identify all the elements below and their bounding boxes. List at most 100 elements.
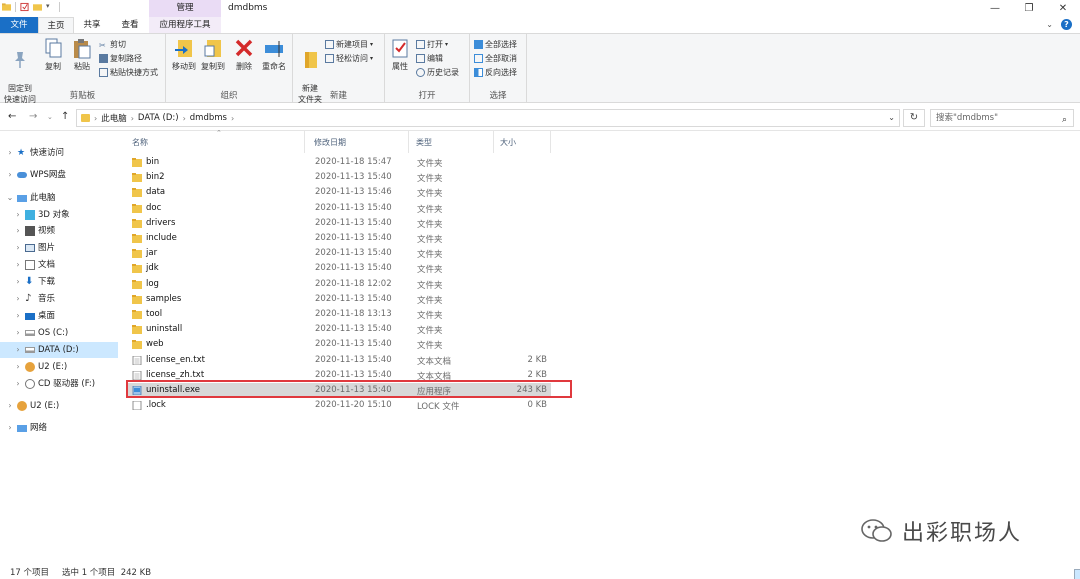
chevron-right-icon[interactable]: › xyxy=(14,207,22,223)
nav-item-os-c[interactable]: › OS (C:) xyxy=(14,325,68,341)
nav-item-documents[interactable]: › 文档 xyxy=(14,257,55,273)
edit-button[interactable]: 编辑 xyxy=(416,53,443,64)
large-icons-view-button[interactable] xyxy=(1074,569,1080,579)
breadcrumb-this-pc[interactable]: 此电脑 xyxy=(101,112,127,124)
nav-item-network[interactable]: › 网络 xyxy=(6,420,47,436)
chevron-right-icon[interactable]: › xyxy=(14,325,22,341)
new-item-button[interactable]: 新建项目 ▾ xyxy=(325,39,373,50)
column-divider[interactable] xyxy=(493,131,494,153)
chevron-down-icon[interactable]: ⌄ xyxy=(47,113,53,121)
nav-item-cd-f[interactable]: › CD 驱动器 (F:) xyxy=(14,376,95,392)
nav-item-downloads[interactable]: › ⬇ 下载 xyxy=(14,274,55,290)
forward-arrow-icon[interactable]: → xyxy=(29,111,37,122)
nav-item-u2-e-root[interactable]: › U2 (E:) xyxy=(6,398,59,414)
tab-app-tools[interactable]: 应用程序工具 xyxy=(149,17,221,33)
column-divider[interactable] xyxy=(408,131,409,153)
minimize-button[interactable]: — xyxy=(978,0,1012,17)
chevron-right-icon[interactable]: › xyxy=(131,114,134,123)
address-bar[interactable]: › 此电脑 › DATA (D:) › dmdbms › ⌄ xyxy=(76,109,900,127)
nav-item-videos[interactable]: › 视频 xyxy=(14,223,55,239)
close-button[interactable]: ✕ xyxy=(1046,0,1080,17)
paste-shortcut-button[interactable]: 粘贴快捷方式 xyxy=(99,67,158,78)
cut-button[interactable]: ✂ 剪切 xyxy=(99,39,126,50)
chevron-right-icon[interactable]: › xyxy=(14,223,22,239)
delete-button[interactable]: 删除 xyxy=(232,37,256,72)
rename-button[interactable]: 重命名 xyxy=(259,37,289,72)
nav-item-desktop[interactable]: › 桌面 xyxy=(14,308,55,324)
invert-selection-button[interactable]: 反向选择 xyxy=(474,67,517,78)
nav-item-wps[interactable]: › WPS网盘 xyxy=(6,167,66,183)
chevron-right-icon[interactable]: › xyxy=(14,342,22,358)
copy-path-button[interactable]: 复制路径 xyxy=(99,53,142,64)
file-row[interactable]: bin2 2020-11-13 15:40 文件夹 xyxy=(126,170,551,185)
copy-to-button[interactable]: 复制到 xyxy=(199,37,227,72)
history-button[interactable]: 历史记录 xyxy=(416,67,459,78)
chevron-right-icon[interactable]: › xyxy=(6,398,14,414)
back-arrow-icon[interactable]: ← xyxy=(8,111,16,122)
properties-icon[interactable] xyxy=(20,2,29,12)
chevron-down-icon[interactable]: ⌄ xyxy=(888,113,895,122)
refresh-button[interactable]: ↻ xyxy=(903,109,925,127)
breadcrumb-data-d[interactable]: DATA (D:) xyxy=(138,113,179,123)
nav-item-this-pc[interactable]: ⌄ 此电脑 xyxy=(6,190,56,206)
column-header-size[interactable]: 大小 xyxy=(500,137,516,148)
file-row[interactable]: license_en.txt 2020-11-13 15:40 文本文档 2 KB xyxy=(126,353,551,368)
chevron-right-icon[interactable]: › xyxy=(14,376,22,392)
file-row[interactable]: jdk 2020-11-13 15:40 文件夹 xyxy=(126,261,551,276)
file-row[interactable]: drivers 2020-11-13 15:40 文件夹 xyxy=(126,216,551,231)
file-row[interactable]: bin 2020-11-18 15:47 文件夹 xyxy=(126,155,551,170)
nav-item-data-d[interactable]: › DATA (D:) xyxy=(0,342,118,358)
file-row[interactable]: .lock 2020-11-20 15:10 LOCK 文件 0 KB xyxy=(126,398,551,413)
nav-item-quick-access[interactable]: › ★ 快速访问 xyxy=(6,145,64,161)
tab-share[interactable]: 共享 xyxy=(74,17,110,33)
file-row[interactable]: uninstall 2020-11-13 15:40 文件夹 xyxy=(126,322,551,337)
file-row[interactable]: web 2020-11-13 15:40 文件夹 xyxy=(126,337,551,352)
help-icon[interactable]: ? xyxy=(1061,19,1072,30)
breadcrumb-dmdbms[interactable]: dmdbms xyxy=(190,113,227,123)
chevron-down-icon[interactable]: ▾ xyxy=(46,2,55,12)
chevron-down-icon[interactable]: ⌄ xyxy=(1046,20,1053,29)
file-row[interactable]: include 2020-11-13 15:40 文件夹 xyxy=(126,231,551,246)
column-header-name[interactable]: 名称 xyxy=(132,137,148,148)
chevron-right-icon[interactable]: › xyxy=(183,114,186,123)
column-header-type[interactable]: 类型 xyxy=(416,137,432,148)
chevron-right-icon[interactable]: › xyxy=(6,167,14,183)
nav-item-pictures[interactable]: › 图片 xyxy=(14,240,55,256)
select-all-button[interactable]: 全部选择 xyxy=(474,39,517,50)
chevron-right-icon[interactable]: › xyxy=(14,291,22,307)
chevron-right-icon[interactable]: › xyxy=(6,145,14,161)
nav-item-music[interactable]: › ♪ 音乐 xyxy=(14,291,55,307)
file-row[interactable]: data 2020-11-13 15:46 文件夹 xyxy=(126,185,551,200)
move-to-button[interactable]: 移动到 xyxy=(170,37,198,72)
new-folder-icon[interactable] xyxy=(33,2,42,12)
select-none-button[interactable]: 全部取消 xyxy=(474,53,517,64)
chevron-right-icon[interactable]: › xyxy=(231,114,234,123)
nav-item-u2-e[interactable]: › U2 (E:) xyxy=(14,359,67,375)
nav-item-3d-objects[interactable]: › 3D 对象 xyxy=(14,207,70,223)
tab-file[interactable]: 文件 xyxy=(0,17,38,33)
chevron-right-icon[interactable]: › xyxy=(14,308,22,324)
chevron-right-icon[interactable]: › xyxy=(14,257,22,273)
open-button[interactable]: 打开 ▾ xyxy=(416,39,448,50)
easy-access-button[interactable]: 轻松访问 ▾ xyxy=(325,53,373,64)
tab-home[interactable]: 主页 xyxy=(38,17,74,33)
properties-button[interactable]: 属性 xyxy=(387,37,413,72)
column-divider[interactable] xyxy=(550,131,551,153)
maximize-button[interactable]: ❐ xyxy=(1012,0,1046,17)
search-input[interactable]: 搜索"dmdbms" ⌕ xyxy=(930,109,1074,127)
chevron-right-icon[interactable]: › xyxy=(14,240,22,256)
column-divider[interactable] xyxy=(304,131,305,153)
file-row[interactable]: tool 2020-11-18 13:13 文件夹 xyxy=(126,307,551,322)
paste-button[interactable]: 粘贴 xyxy=(68,37,96,72)
file-row[interactable]: jar 2020-11-13 15:40 文件夹 xyxy=(126,246,551,261)
copy-button[interactable]: 复制 xyxy=(40,37,66,72)
column-header-date[interactable]: 修改日期 xyxy=(314,137,346,148)
up-arrow-icon[interactable]: ↑ xyxy=(61,111,69,122)
file-row[interactable]: doc 2020-11-13 15:40 文件夹 xyxy=(126,201,551,216)
chevron-down-icon[interactable]: ⌄ xyxy=(6,190,14,206)
file-row[interactable]: samples 2020-11-13 15:40 文件夹 xyxy=(126,292,551,307)
chevron-right-icon[interactable]: › xyxy=(14,359,22,375)
chevron-right-icon[interactable]: › xyxy=(14,274,22,290)
chevron-right-icon[interactable]: › xyxy=(94,114,97,123)
file-row[interactable]: log 2020-11-18 12:02 文件夹 xyxy=(126,277,551,292)
